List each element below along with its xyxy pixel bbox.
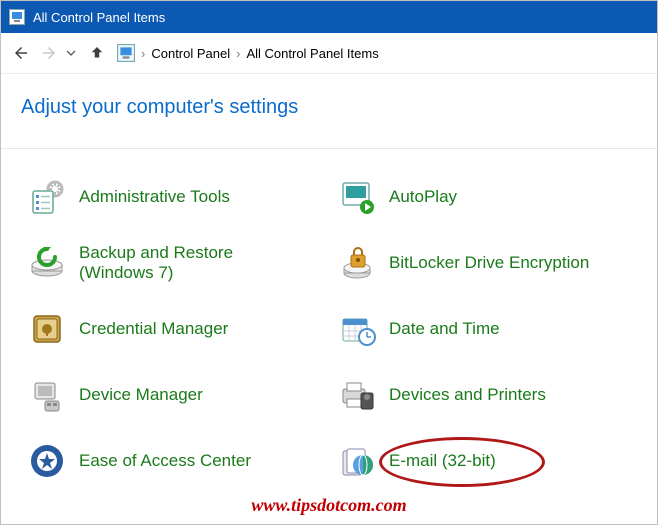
breadcrumb-current[interactable]: All Control Panel Items [242,46,382,61]
item-administrative-tools[interactable]: Administrative Tools [23,173,325,221]
item-bitlocker[interactable]: BitLocker Drive Encryption [333,239,635,287]
item-email-32bit[interactable]: E-mail (32-bit) [333,437,635,485]
items-grid: Administrative Tools AutoPlay Backup and… [19,173,639,485]
chevron-right-icon[interactable]: › [234,46,242,61]
item-label: Ease of Access Center [71,451,251,471]
item-label: Credential Manager [71,319,228,339]
item-credential-manager[interactable]: Credential Manager [23,305,325,353]
item-devices-printers[interactable]: Devices and Printers [333,371,635,419]
bitlocker-icon [333,239,381,287]
item-label: E-mail (32-bit) [381,451,496,471]
item-label: Administrative Tools [71,187,230,207]
item-ease-of-access[interactable]: Ease of Access Center [23,437,325,485]
item-label: Device Manager [71,385,203,405]
item-label: BitLocker Drive Encryption [381,253,589,273]
history-dropdown[interactable] [63,48,79,58]
ease-of-access-icon [23,437,71,485]
page-heading: Adjust your computer's settings [21,96,639,119]
item-label: Date and Time [381,319,500,339]
breadcrumb-root[interactable]: Control Panel [147,46,234,61]
item-device-manager[interactable]: Device Manager [23,371,325,419]
up-button[interactable] [83,39,111,67]
date-time-icon [333,305,381,353]
chevron-right-icon[interactable]: › [139,46,147,61]
item-label: Devices and Printers [381,385,546,405]
device-manager-icon [23,371,71,419]
autoplay-icon [333,173,381,221]
address-bar[interactable]: › Control Panel › All Control Panel Item… [117,39,383,67]
administrative-tools-icon [23,173,71,221]
item-date-time[interactable]: Date and Time [333,305,635,353]
divider [1,147,657,149]
email-icon [333,437,381,485]
control-panel-icon [9,9,25,25]
watermark-text: www.tipsdotcom.com [1,495,657,516]
item-label: AutoPlay [381,187,457,207]
window-title: All Control Panel Items [33,10,165,25]
forward-button[interactable] [35,39,63,67]
devices-printers-icon [333,371,381,419]
item-autoplay[interactable]: AutoPlay [333,173,635,221]
address-icon [117,44,135,62]
credential-manager-icon [23,305,71,353]
item-backup-restore[interactable]: Backup and Restore (Windows 7) [23,239,325,287]
back-button[interactable] [7,39,35,67]
control-panel-window: All Control Panel Items › Control Panel … [0,0,658,525]
navigation-bar: › Control Panel › All Control Panel Item… [1,33,657,74]
backup-restore-icon [23,239,71,287]
titlebar: All Control Panel Items [1,1,657,33]
item-label: Backup and Restore (Windows 7) [71,243,309,283]
content-area: Adjust your computer's settings Administ… [1,74,657,485]
